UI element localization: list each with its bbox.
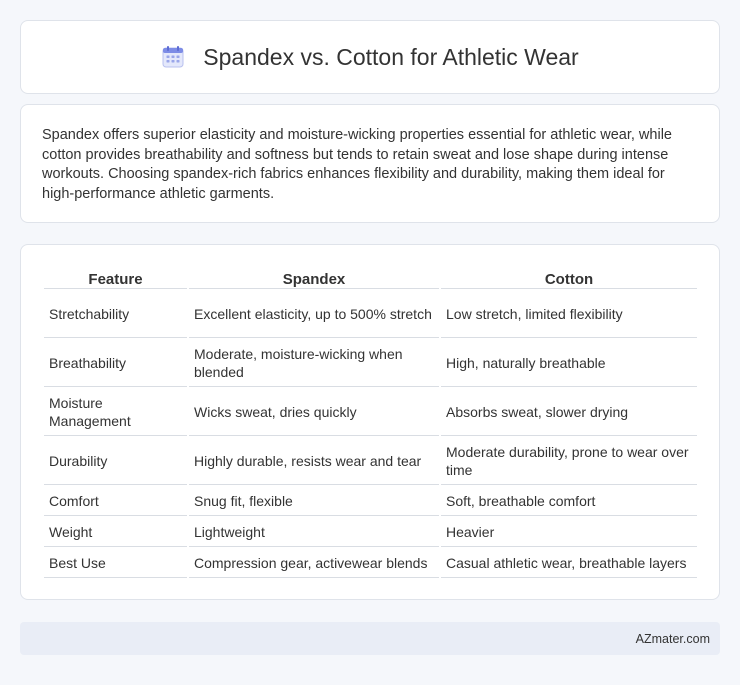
spandex-cell: Compression gear, activewear blends <box>189 549 439 578</box>
title-card: Spandex vs. Cotton for Athletic Wear <box>20 20 720 94</box>
cotton-cell: Casual athletic wear, breathable layers <box>441 549 697 578</box>
table-row: Moisture Management Wicks sweat, dries q… <box>44 389 697 436</box>
feature-cell: Durability <box>44 438 187 485</box>
feature-cell: Best Use <box>44 549 187 578</box>
spandex-cell: Moderate, moisture-wicking when blended <box>189 340 439 387</box>
cotton-cell: High, naturally breathable <box>441 340 697 387</box>
intro-paragraph: Spandex offers superior elasticity and m… <box>42 127 672 202</box>
header-cotton: Cotton <box>441 267 697 289</box>
feature-cell: Comfort <box>44 487 187 516</box>
intro-card: Spandex offers superior elasticity and m… <box>20 104 720 223</box>
cotton-cell: Heavier <box>441 518 697 547</box>
footer-site-label: AZmater.com <box>635 631 710 646</box>
table-row: Weight Lightweight Heavier <box>44 518 697 547</box>
feature-cell: Weight <box>44 518 187 547</box>
cotton-cell: Low stretch, limited flexibility <box>441 291 697 338</box>
header-spandex: Spandex <box>189 267 439 289</box>
spandex-cell: Wicks sweat, dries quickly <box>189 389 439 436</box>
title-wrap: Spandex vs. Cotton for Athletic Wear <box>161 43 579 71</box>
feature-cell: Breathability <box>44 340 187 387</box>
table-row: Best Use Compression gear, activewear bl… <box>44 549 697 578</box>
cotton-cell: Soft, breathable comfort <box>441 487 697 516</box>
table-row: Durability Highly durable, resists wear … <box>44 438 697 485</box>
footer-bar: AZmater.com <box>20 622 720 655</box>
table-row: Comfort Snug fit, flexible Soft, breatha… <box>44 487 697 516</box>
spandex-cell: Excellent elasticity, up to 500% stretch <box>189 291 439 338</box>
calendar-icon <box>161 45 185 69</box>
comparison-card: Feature Spandex Cotton Stretchability Ex… <box>20 244 720 600</box>
comparison-table: Feature Spandex Cotton Stretchability Ex… <box>42 265 699 580</box>
feature-cell: Stretchability <box>44 291 187 338</box>
spandex-cell: Lightweight <box>189 518 439 547</box>
cotton-cell: Moderate durability, prone to wear over … <box>441 438 697 485</box>
cotton-cell: Absorbs sweat, slower drying <box>441 389 697 436</box>
table-row: Stretchability Excellent elasticity, up … <box>44 291 697 338</box>
spandex-cell: Highly durable, resists wear and tear <box>189 438 439 485</box>
spandex-cell: Snug fit, flexible <box>189 487 439 516</box>
feature-cell: Moisture Management <box>44 389 187 436</box>
header-feature: Feature <box>44 267 187 289</box>
table-header-row: Feature Spandex Cotton <box>44 267 697 289</box>
table-row: Breathability Moderate, moisture-wicking… <box>44 340 697 387</box>
page-title: Spandex vs. Cotton for Athletic Wear <box>203 43 579 70</box>
